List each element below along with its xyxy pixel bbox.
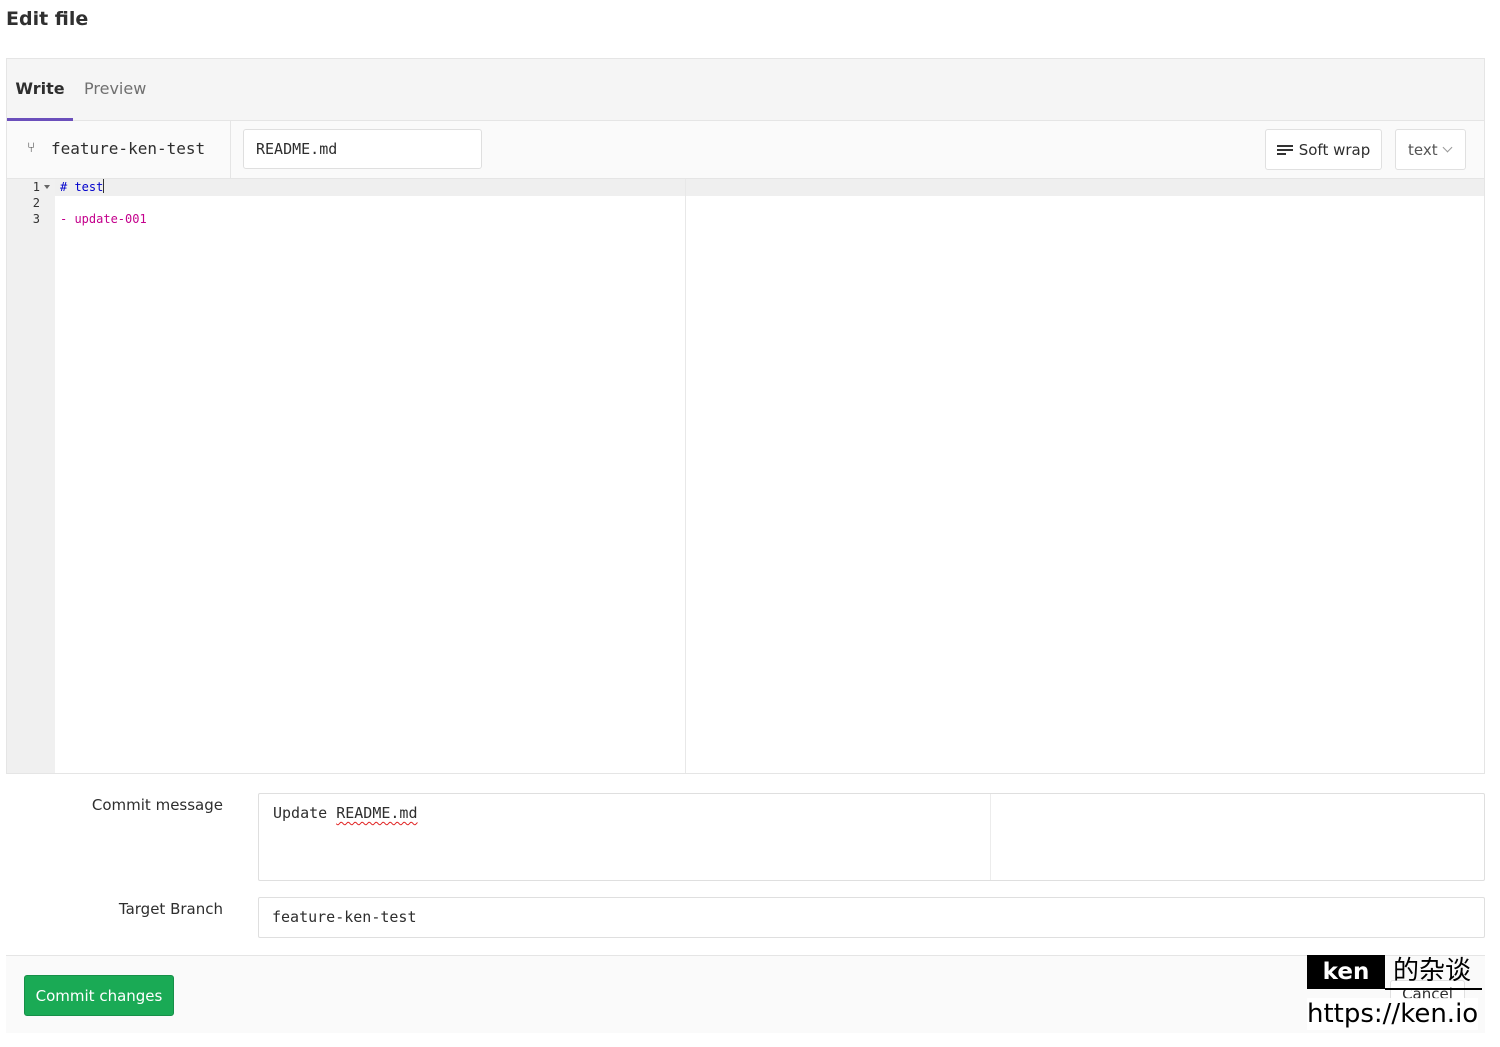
watermark-suffix: 的杂谈 — [1393, 956, 1472, 986]
watermark: ken 的杂谈 https://ken.io — [1307, 955, 1482, 1035]
soft-wrap-icon — [1276, 144, 1293, 156]
commit-message-file: README.md — [336, 804, 418, 822]
line-number: 1 — [32, 180, 40, 194]
branch-icon: ⑂ — [27, 140, 36, 156]
target-branch-input[interactable]: feature-ken-test — [258, 897, 1485, 938]
editor-mode-value: text — [1408, 140, 1438, 159]
file-editor: Write Preview ⑂ feature-ken-test Soft wr… — [6, 58, 1485, 774]
commit-message-label: Commit message — [91, 796, 223, 814]
tab-preview[interactable]: Preview — [84, 59, 146, 121]
soft-wrap-label: Soft wrap — [1298, 140, 1371, 159]
code-line: - update-001 — [60, 212, 147, 226]
line-number: 2 — [32, 196, 40, 210]
code-line-text: # test — [60, 180, 104, 194]
soft-wrap-button[interactable]: Soft wrap — [1265, 129, 1382, 170]
file-name-input[interactable] — [243, 129, 482, 169]
textarea-divider — [990, 794, 991, 880]
editor-mode-select[interactable]: text — [1395, 129, 1466, 170]
commit-changes-button[interactable]: Commit changes — [24, 975, 174, 1016]
chevron-down-icon — [1442, 142, 1453, 153]
commit-message-prefix: Update — [273, 804, 337, 822]
watermark-underline — [1385, 988, 1482, 990]
line-gutter — [7, 179, 55, 773]
form-actions: Commit changes Cancel — [6, 955, 1485, 1033]
file-title-bar: ⑂ feature-ken-test Soft wrap text — [7, 121, 1484, 179]
text-cursor — [103, 179, 105, 193]
print-margin — [685, 179, 686, 773]
code-line: # test — [60, 179, 105, 195]
editor-tabs: Write Preview — [7, 59, 1484, 121]
code-editor[interactable]: 1 2 3 # test - update-001 — [7, 179, 1484, 773]
commit-message-input[interactable]: Update README.md — [258, 793, 1485, 881]
tab-write[interactable]: Write — [7, 59, 73, 121]
line-number: 3 — [32, 212, 40, 226]
branch-name: feature-ken-test — [51, 139, 206, 158]
fold-toggle-icon[interactable] — [44, 185, 50, 189]
watermark-name: ken — [1307, 955, 1385, 989]
branch-indicator: ⑂ feature-ken-test — [7, 121, 231, 178]
watermark-url: https://ken.io — [1307, 998, 1479, 1030]
target-branch-label: Target Branch — [118, 900, 223, 918]
page-title: Edit file — [6, 8, 89, 30]
active-line-highlight — [55, 179, 1484, 196]
